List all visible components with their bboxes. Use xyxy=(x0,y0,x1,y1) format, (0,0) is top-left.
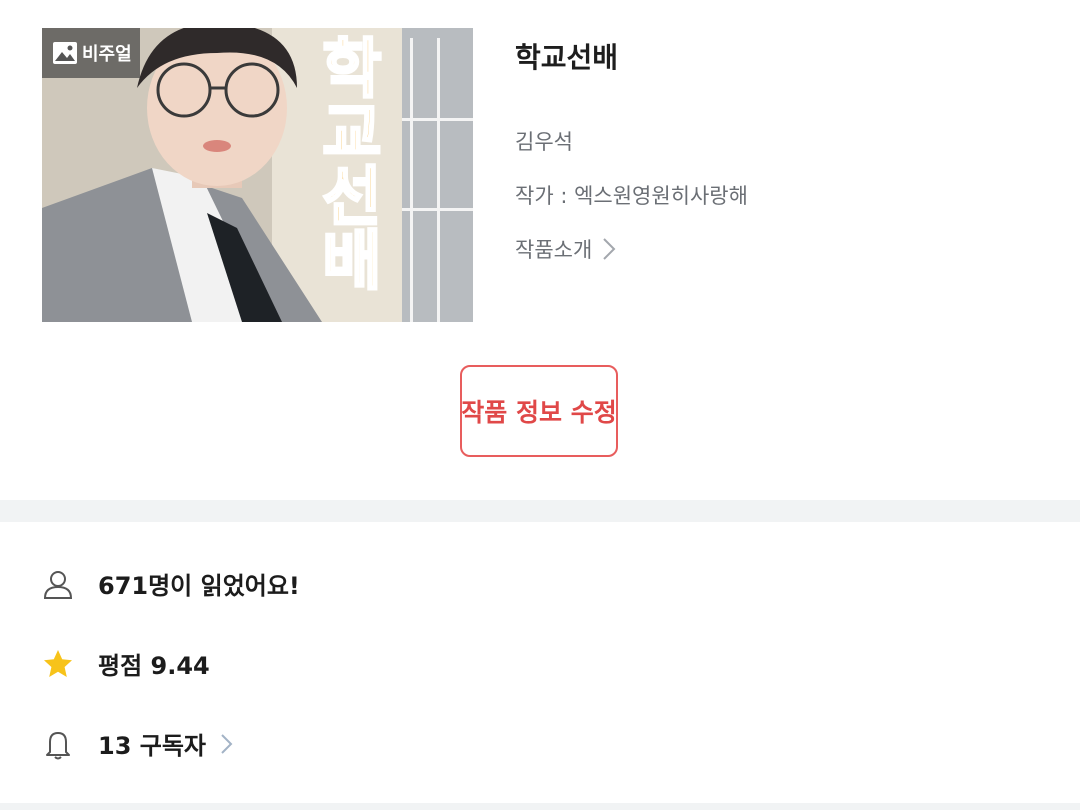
bell-icon xyxy=(46,731,70,759)
work-intro-link[interactable]: 작품소개 xyxy=(515,234,616,264)
rating-text: 평점 9.44 xyxy=(98,652,210,680)
chevron-right-icon xyxy=(221,733,233,754)
image-icon xyxy=(53,42,77,64)
cover-title-overlay: 학교선배 xyxy=(321,33,383,299)
work-title: 학교선배 xyxy=(515,41,619,74)
star-icon xyxy=(44,649,72,677)
work-character: 김우석 xyxy=(515,130,573,154)
work-intro-label: 작품소개 xyxy=(515,238,593,262)
person-icon xyxy=(43,570,73,599)
readers-text: 671명이 읽었어요! xyxy=(98,572,300,600)
edit-work-info-button[interactable]: 작품 정보 수정 xyxy=(460,365,618,457)
chevron-right-icon xyxy=(603,238,616,260)
readers-stat: 671명이 읽었어요! xyxy=(42,566,300,601)
rating-stat: 평점 9.44 xyxy=(42,646,210,681)
subscribers-stat[interactable]: 13 구독자 xyxy=(42,726,233,761)
visual-badge: 비주얼 xyxy=(42,28,140,78)
subscribers-text: 13 구독자 xyxy=(98,732,206,760)
visual-badge-label: 비주얼 xyxy=(82,44,132,65)
work-author[interactable]: 작가 : 엑스원영원히사랑해 xyxy=(515,180,748,210)
section-divider-bottom xyxy=(0,803,1080,810)
section-divider xyxy=(0,500,1080,522)
